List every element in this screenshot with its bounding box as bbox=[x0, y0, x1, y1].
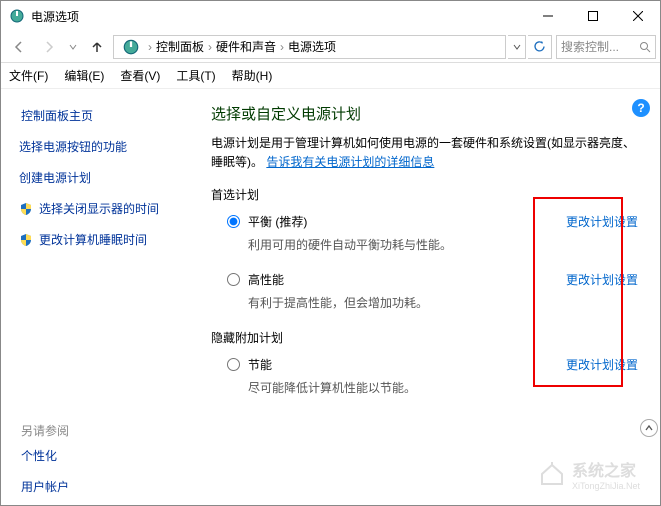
back-button[interactable] bbox=[5, 33, 33, 61]
plan-saver-radio[interactable] bbox=[227, 358, 240, 371]
recent-dropdown[interactable] bbox=[65, 33, 81, 61]
menubar: 文件(F) 编辑(E) 查看(V) 工具(T) 帮助(H) bbox=[1, 63, 660, 89]
plan-high-name: 高性能 bbox=[248, 271, 556, 288]
power-options-icon bbox=[9, 8, 25, 24]
search-input[interactable]: 搜索控制... bbox=[556, 35, 656, 59]
plan-saver-name: 节能 bbox=[248, 356, 556, 373]
menu-edit[interactable]: 编辑(E) bbox=[64, 67, 104, 84]
titlebar: 电源选项 bbox=[1, 1, 660, 31]
plan-balanced: 平衡 (推荐) 利用可用的硬件自动平衡功耗与性能。 更改计划设置 bbox=[227, 213, 638, 253]
sidebar-link-personalization[interactable]: 个性化 bbox=[21, 447, 191, 464]
sidebar-link-user-accounts[interactable]: 用户帐户 bbox=[21, 478, 191, 495]
breadcrumb-dropdown[interactable] bbox=[508, 35, 526, 59]
hidden-plans-label: 隐藏附加计划 bbox=[211, 329, 638, 346]
window-title: 电源选项 bbox=[31, 8, 525, 25]
change-settings-high[interactable]: 更改计划设置 bbox=[566, 271, 638, 288]
chevron-up-icon bbox=[644, 423, 654, 433]
shield-icon bbox=[19, 233, 33, 247]
collapse-hidden-plans-button[interactable] bbox=[640, 419, 658, 437]
forward-button[interactable] bbox=[35, 33, 63, 61]
sidebar-home-link[interactable]: 控制面板主页 bbox=[21, 107, 191, 124]
sidebar-item-power-button[interactable]: 选择电源按钮的功能 bbox=[19, 138, 191, 155]
minimize-button[interactable] bbox=[525, 1, 570, 31]
plan-balanced-desc: 利用可用的硬件自动平衡功耗与性能。 bbox=[248, 236, 556, 253]
search-placeholder: 搜索控制... bbox=[561, 38, 619, 55]
menu-help[interactable]: 帮助(H) bbox=[232, 67, 273, 84]
plan-power-saver: 节能 尽可能降低计算机性能以节能。 更改计划设置 bbox=[227, 356, 638, 396]
refresh-button[interactable] bbox=[528, 35, 552, 59]
change-settings-saver[interactable]: 更改计划设置 bbox=[566, 356, 638, 373]
chevron-right-icon: › bbox=[148, 40, 152, 54]
sidebar-item-create-plan[interactable]: 创建电源计划 bbox=[19, 169, 191, 186]
page-description: 电源计划是用于管理计算机如何使用电源的一套硬件和系统设置(如显示器亮度、睡眠等)… bbox=[211, 134, 638, 172]
menu-tools[interactable]: 工具(T) bbox=[176, 67, 215, 84]
plan-high-desc: 有利于提高性能，但会增加功耗。 bbox=[248, 294, 556, 311]
sidebar-item-display-off[interactable]: 选择关闭显示器的时间 bbox=[19, 200, 191, 217]
menu-file[interactable]: 文件(F) bbox=[9, 67, 48, 84]
crumb-control-panel[interactable]: 控制面板 bbox=[156, 38, 204, 55]
change-settings-balanced[interactable]: 更改计划设置 bbox=[566, 213, 638, 230]
chevron-right-icon: › bbox=[280, 40, 284, 54]
shield-icon bbox=[19, 202, 33, 216]
also-see-label: 另请参阅 bbox=[21, 422, 191, 439]
plan-high-performance: 高性能 有利于提高性能，但会增加功耗。 更改计划设置 bbox=[227, 271, 638, 311]
plan-balanced-name: 平衡 (推荐) bbox=[248, 213, 556, 230]
up-button[interactable] bbox=[83, 33, 111, 61]
address-bar: › 控制面板 › 硬件和声音 › 电源选项 搜索控制... bbox=[1, 31, 660, 63]
plan-high-radio[interactable] bbox=[227, 273, 240, 286]
learn-more-link[interactable]: 告诉我有关电源计划的详细信息 bbox=[266, 155, 434, 169]
breadcrumb[interactable]: › 控制面板 › 硬件和声音 › 电源选项 bbox=[113, 35, 506, 59]
crumb-hardware-sound[interactable]: 硬件和声音 bbox=[216, 38, 276, 55]
main-content: ? 选择或自定义电源计划 电源计划是用于管理计算机如何使用电源的一套硬件和系统设… bbox=[201, 89, 660, 505]
sidebar: 控制面板主页 选择电源按钮的功能 创建电源计划 选择关闭显示器的时间 更改计算机… bbox=[1, 89, 201, 505]
sidebar-item-sleep-time[interactable]: 更改计算机睡眠时间 bbox=[19, 231, 191, 248]
plan-saver-desc: 尽可能降低计算机性能以节能。 bbox=[248, 379, 556, 396]
crumb-power-options[interactable]: 电源选项 bbox=[288, 38, 336, 55]
help-icon[interactable]: ? bbox=[632, 99, 650, 117]
search-icon bbox=[639, 41, 651, 53]
preferred-plans-label: 首选计划 bbox=[211, 186, 638, 203]
menu-view[interactable]: 查看(V) bbox=[120, 67, 160, 84]
maximize-button[interactable] bbox=[570, 1, 615, 31]
close-button[interactable] bbox=[615, 1, 660, 31]
page-heading: 选择或自定义电源计划 bbox=[211, 103, 638, 124]
plan-balanced-radio[interactable] bbox=[227, 215, 240, 228]
chevron-right-icon: › bbox=[208, 40, 212, 54]
power-options-icon bbox=[122, 38, 140, 56]
